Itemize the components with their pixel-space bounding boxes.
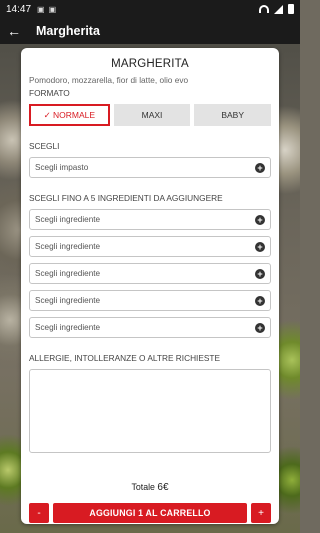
product-name: MARGHERITA	[111, 58, 189, 70]
wifi-icon	[259, 5, 269, 13]
status-time: 14:47	[6, 3, 32, 15]
size-selector: ✓ NORMALE MAXI BABY	[29, 104, 272, 126]
formato-label: FORMATO	[29, 88, 70, 98]
ingredienti-list: Scegli ingrediente + Scegli ingrediente …	[21, 209, 279, 338]
status-bar: 14:47 ▣ ▣	[0, 0, 300, 18]
notification-icon: ▣	[37, 4, 45, 14]
notification-icon: ▣	[48, 4, 57, 14]
allergie-label: ALLERGIE, INTOLLERANZE O ALTRE RICHIESTE	[29, 353, 221, 363]
ingrediente-select[interactable]: Scegli ingrediente +	[29, 290, 271, 311]
size-option-baby[interactable]: BABY	[194, 104, 272, 126]
arrow-left-icon[interactable]: ←	[0, 18, 28, 44]
plus-circle-icon[interactable]: +	[255, 322, 265, 333]
app-bar: ← Margherita	[0, 18, 300, 44]
page-title: Margherita	[36, 24, 100, 38]
decrease-quantity-button[interactable]: -	[29, 503, 49, 523]
ingrediente-select[interactable]: Scegli ingrediente +	[29, 317, 271, 338]
ingrediente-placeholder: Scegli ingrediente	[35, 242, 101, 251]
ingrediente-select[interactable]: Scegli ingrediente +	[29, 263, 271, 284]
plus-circle-icon[interactable]: +	[255, 162, 265, 173]
scegli-label: SCEGLI	[29, 141, 60, 151]
plus-circle-icon[interactable]: +	[255, 268, 265, 279]
ingrediente-placeholder: Scegli ingrediente	[35, 215, 101, 224]
plus-circle-icon[interactable]: +	[255, 214, 265, 225]
totale-price: 6€	[157, 482, 169, 493]
plus-circle-icon[interactable]: +	[255, 241, 265, 252]
size-option-normale[interactable]: ✓ NORMALE	[29, 104, 110, 126]
size-option-maxi[interactable]: MAXI	[113, 104, 191, 126]
plus-circle-icon[interactable]: +	[255, 295, 265, 306]
impasto-select[interactable]: Scegli impasto +	[29, 157, 271, 178]
ingrediente-placeholder: Scegli ingrediente	[35, 269, 101, 278]
ingrediente-select[interactable]: Scegli ingrediente +	[29, 236, 271, 257]
product-card: MARGHERITA Pomodoro, mozzarella, fior di…	[21, 48, 279, 524]
totale-label: Totale	[131, 482, 155, 492]
totale: Totale 6€	[21, 482, 279, 493]
add-to-cart-button[interactable]: AGGIUNGI 1 AL CARRELLO	[53, 503, 247, 523]
signal-icon	[274, 4, 283, 14]
increase-quantity-button[interactable]: +	[251, 503, 271, 523]
ingrediente-placeholder: Scegli ingrediente	[35, 323, 101, 332]
ingrediente-select[interactable]: Scegli ingrediente +	[29, 209, 271, 230]
impasto-placeholder: Scegli impasto	[35, 163, 89, 172]
product-description: Pomodoro, mozzarella, fior di latte, oli…	[29, 75, 189, 85]
ingredienti-label: SCEGLI FINO A 5 INGREDIENTI DA AGGIUNGER…	[29, 193, 223, 203]
allergie-textarea[interactable]	[29, 369, 271, 453]
cart-actions: - AGGIUNGI 1 AL CARRELLO +	[29, 503, 271, 523]
ingrediente-placeholder: Scegli ingrediente	[35, 296, 101, 305]
battery-icon	[288, 4, 294, 14]
